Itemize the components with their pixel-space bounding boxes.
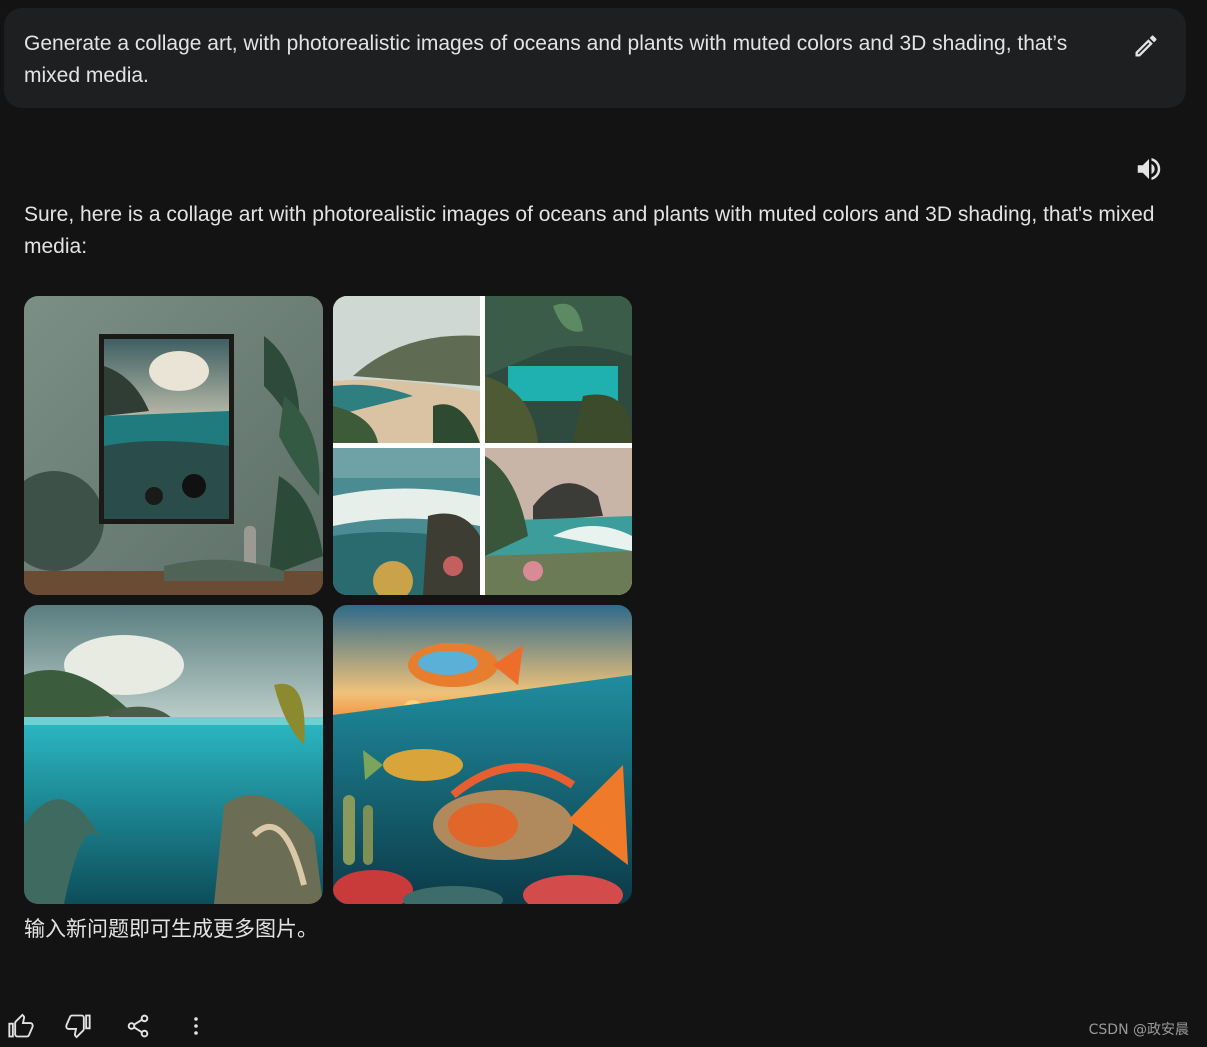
read-aloud-button[interactable] xyxy=(1130,150,1168,188)
more-options-button[interactable] xyxy=(178,1008,214,1044)
user-prompt-card: Generate a collage art, with photorealis… xyxy=(4,8,1186,108)
generated-image-4[interactable] xyxy=(333,605,632,904)
generated-image-2[interactable] xyxy=(333,296,632,595)
generated-image-1[interactable] xyxy=(24,296,323,595)
conversation-view: Generate a collage art, with photorealis… xyxy=(0,0,1207,1047)
thumbs-up-icon xyxy=(8,1013,34,1038)
followup-hint: 输入新问题即可生成更多图片。 xyxy=(24,917,318,941)
more-vert-icon xyxy=(194,1017,198,1035)
thumbs-up-button[interactable] xyxy=(3,1008,39,1044)
thumbs-down-button[interactable] xyxy=(60,1008,96,1044)
volume-icon xyxy=(1137,158,1161,180)
response-text: Sure, here is a collage art with photore… xyxy=(24,203,1155,258)
pencil-icon xyxy=(1135,35,1157,57)
share-icon xyxy=(127,1014,149,1038)
share-button[interactable] xyxy=(120,1008,156,1044)
thumbs-down-icon xyxy=(65,1014,91,1039)
watermark: CSDN @政安晨 xyxy=(1088,1022,1189,1038)
generated-image-3[interactable] xyxy=(24,605,323,904)
user-prompt-text: Generate a collage art, with photorealis… xyxy=(24,32,1068,87)
edit-prompt-button[interactable] xyxy=(1126,26,1166,66)
